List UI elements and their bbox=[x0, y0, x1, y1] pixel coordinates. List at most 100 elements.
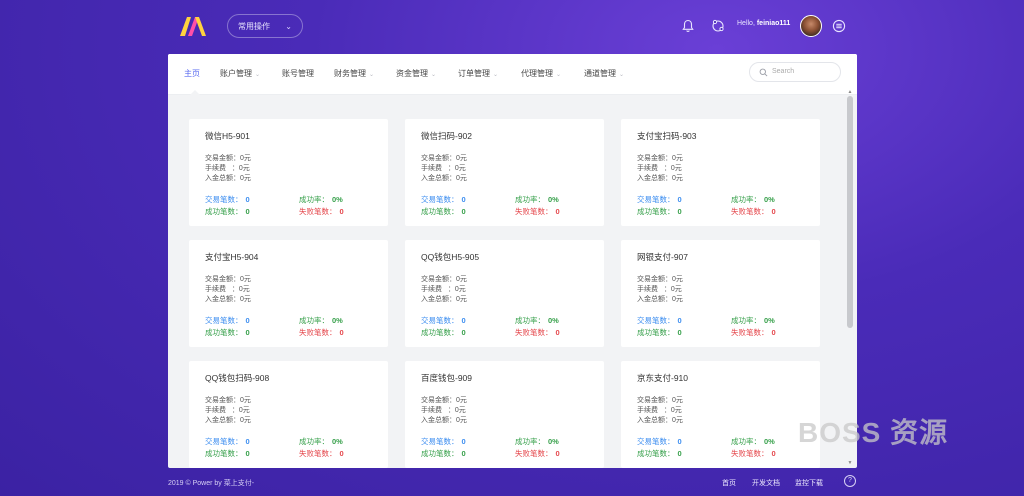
username[interactable]: feiniao111 bbox=[757, 20, 790, 27]
quick-actions-label: 常用操作 bbox=[238, 22, 270, 31]
card-title: 微信H5-901 bbox=[205, 131, 250, 141]
card-fail-count: 失败笔数： 0 bbox=[731, 449, 776, 458]
chevron-down-icon: ⌄ bbox=[556, 72, 562, 78]
card-amount-line: 交易金额：0元 bbox=[637, 155, 683, 162]
channel-card[interactable]: QQ钱包扫码-908 交易金额：0元 手续费 ：0元 入金总额：0元 交易笔数： 0 成功率… bbox=[189, 361, 388, 468]
card-success-count: 成功笔数： 0 bbox=[421, 449, 466, 458]
card-trade-count: 交易笔数： 0 bbox=[421, 316, 466, 325]
main-nav: 主页 账户管理 ⌄ 账号管理 财务管理 ⌄ 资金管理 ⌄ 订单管理 ⌄ 代理管理 ⌄ 通道… bbox=[168, 54, 857, 95]
footer-link-docs[interactable]: 开发文档 bbox=[752, 478, 780, 488]
chevron-down-icon: ⌄ bbox=[369, 72, 375, 78]
search-placeholder: Search bbox=[772, 68, 795, 75]
card-title: QQ钱包H5-905 bbox=[421, 252, 480, 262]
card-fee-line: 手续费 ：0元 bbox=[205, 286, 250, 293]
nav-item-user-management[interactable]: 账号管理 bbox=[282, 68, 314, 79]
card-success-rate: 成功率： 0% bbox=[299, 195, 343, 204]
scroll-up-icon[interactable]: ▲ bbox=[847, 89, 853, 95]
channel-card[interactable]: 微信扫码-902 交易金额：0元 手续费 ：0元 入金总额：0元 交易笔数： 0 成功率： 0… bbox=[405, 119, 604, 226]
channel-card[interactable]: 支付宝扫码-903 交易金额：0元 手续费 ：0元 入金总额：0元 交易笔数： 0 成功率：… bbox=[621, 119, 820, 226]
card-success-count: 成功笔数： 0 bbox=[637, 207, 682, 216]
card-trade-count: 交易笔数： 0 bbox=[205, 316, 250, 325]
card-fail-count: 失败笔数： 0 bbox=[299, 328, 344, 337]
card-entry-line: 入金总额：0元 bbox=[637, 417, 683, 424]
nav-item-fund-management[interactable]: 资金管理 ⌄ bbox=[396, 68, 436, 79]
footer-link-home[interactable]: 首页 bbox=[722, 478, 736, 488]
brand-logo-icon[interactable] bbox=[178, 15, 208, 37]
scroll-thumb[interactable] bbox=[847, 96, 853, 328]
card-title: QQ钱包扫码-908 bbox=[205, 373, 270, 383]
channel-card[interactable]: 京东支付-910 交易金额：0元 手续费 ：0元 入金总额：0元 交易笔数： 0 成功率： 0… bbox=[621, 361, 820, 468]
card-success-rate: 成功率： 0% bbox=[299, 437, 343, 446]
footer: 2019 © Power by 菜上支付- 首页 开发文档 监控下载 ? bbox=[0, 468, 1024, 496]
card-entry-line: 入金总额：0元 bbox=[205, 296, 251, 303]
quick-actions-select[interactable]: 常用操作 ⌄ bbox=[227, 14, 303, 38]
channel-card[interactable]: QQ钱包H5-905 交易金额：0元 手续费 ：0元 入金总额：0元 交易笔数： 0 成功率… bbox=[405, 240, 604, 347]
card-fee-line: 手续费 ：0元 bbox=[637, 407, 682, 414]
channel-card[interactable]: 网银支付-907 交易金额：0元 手续费 ：0元 入金总额：0元 交易笔数： 0 成功率： 0… bbox=[621, 240, 820, 347]
messages-icon[interactable] bbox=[711, 19, 725, 33]
card-fail-count: 失败笔数： 0 bbox=[299, 207, 344, 216]
card-entry-line: 入金总额：0元 bbox=[205, 417, 251, 424]
search-input[interactable]: Search bbox=[749, 62, 841, 82]
card-amount-line: 交易金额：0元 bbox=[205, 155, 251, 162]
nav-item-finance-management[interactable]: 财务管理 ⌄ bbox=[334, 68, 374, 79]
card-success-rate: 成功率： 0% bbox=[731, 195, 775, 204]
watermark-text: BOSS 资源 bbox=[798, 417, 949, 448]
nav-item-account-management[interactable]: 账户管理 ⌄ bbox=[220, 68, 260, 79]
card-title: 百度钱包-909 bbox=[421, 373, 473, 383]
card-entry-line: 入金总额：0元 bbox=[637, 296, 683, 303]
card-entry-line: 入金总额：0元 bbox=[205, 175, 251, 182]
card-success-rate: 成功率： 0% bbox=[515, 316, 559, 325]
card-fail-count: 失败笔数： 0 bbox=[731, 328, 776, 337]
channel-card[interactable]: 百度钱包-909 交易金额：0元 手续费 ：0元 入金总额：0元 交易笔数： 0 成功率： 0… bbox=[405, 361, 604, 468]
card-success-count: 成功笔数： 0 bbox=[421, 328, 466, 337]
bell-icon[interactable] bbox=[681, 19, 695, 33]
card-success-count: 成功笔数： 0 bbox=[637, 328, 682, 337]
chevron-down-icon: ⌄ bbox=[493, 72, 499, 78]
card-amount-line: 交易金额：0元 bbox=[421, 276, 467, 283]
card-fee-line: 手续费 ：0元 bbox=[205, 407, 250, 414]
card-title: 支付宝H5-904 bbox=[205, 252, 259, 262]
card-title: 网银支付-907 bbox=[637, 252, 689, 262]
card-fail-count: 失败笔数： 0 bbox=[515, 328, 560, 337]
card-fee-line: 手续费 ：0元 bbox=[421, 407, 466, 414]
card-entry-line: 入金总额：0元 bbox=[421, 417, 467, 424]
card-trade-count: 交易笔数： 0 bbox=[205, 437, 250, 446]
card-success-count: 成功笔数： 0 bbox=[205, 207, 250, 216]
menu-icon[interactable] bbox=[832, 19, 846, 33]
card-trade-count: 交易笔数： 0 bbox=[637, 316, 682, 325]
avatar[interactable] bbox=[800, 15, 822, 37]
scroll-down-icon[interactable]: ▼ bbox=[847, 460, 853, 466]
card-success-rate: 成功率： 0% bbox=[299, 316, 343, 325]
footer-link-download[interactable]: 监控下载 bbox=[795, 478, 823, 488]
card-success-count: 成功笔数： 0 bbox=[205, 449, 250, 458]
card-success-rate: 成功率： 0% bbox=[731, 316, 775, 325]
card-title: 京东支付-910 bbox=[637, 373, 689, 383]
card-amount-line: 交易金额：0元 bbox=[637, 397, 683, 404]
card-success-count: 成功笔数： 0 bbox=[421, 207, 466, 216]
channel-card[interactable]: 微信H5-901 交易金额：0元 手续费 ：0元 入金总额：0元 交易笔数： 0 成功率： 0… bbox=[189, 119, 388, 226]
card-trade-count: 交易笔数： 0 bbox=[421, 437, 466, 446]
card-fail-count: 失败笔数： 0 bbox=[515, 449, 560, 458]
chevron-down-icon: ⌄ bbox=[255, 72, 261, 78]
card-fail-count: 失败笔数： 0 bbox=[299, 449, 344, 458]
nav-item-order-management[interactable]: 订单管理 ⌄ bbox=[458, 68, 498, 79]
user-greeting: Hello, feiniao111 bbox=[737, 20, 791, 27]
help-icon[interactable]: ? bbox=[844, 475, 856, 487]
search-icon bbox=[759, 68, 768, 77]
card-trade-count: 交易笔数： 0 bbox=[205, 195, 250, 204]
card-fee-line: 手续费 ：0元 bbox=[637, 165, 682, 172]
card-title: 微信扫码-902 bbox=[421, 131, 473, 141]
card-amount-line: 交易金额：0元 bbox=[421, 155, 467, 162]
nav-item-home[interactable]: 主页 bbox=[184, 68, 200, 79]
channel-card[interactable]: 支付宝H5-904 交易金额：0元 手续费 ：0元 入金总额：0元 交易笔数： 0 成功率：… bbox=[189, 240, 388, 347]
chevron-down-icon: ⌄ bbox=[285, 22, 292, 31]
card-trade-count: 交易笔数： 0 bbox=[421, 195, 466, 204]
card-fee-line: 手续费 ：0元 bbox=[637, 286, 682, 293]
card-success-rate: 成功率： 0% bbox=[515, 195, 559, 204]
copyright-text: 2019 © Power by 菜上支付- bbox=[168, 480, 255, 487]
nav-item-agent-management[interactable]: 代理管理 ⌄ bbox=[521, 68, 561, 79]
nav-item-channel-management[interactable]: 通道管理 ⌄ bbox=[584, 68, 624, 79]
chevron-down-icon: ⌄ bbox=[619, 72, 625, 78]
top-bar: 常用操作 ⌄ Hello, feiniao111 bbox=[0, 0, 1024, 54]
